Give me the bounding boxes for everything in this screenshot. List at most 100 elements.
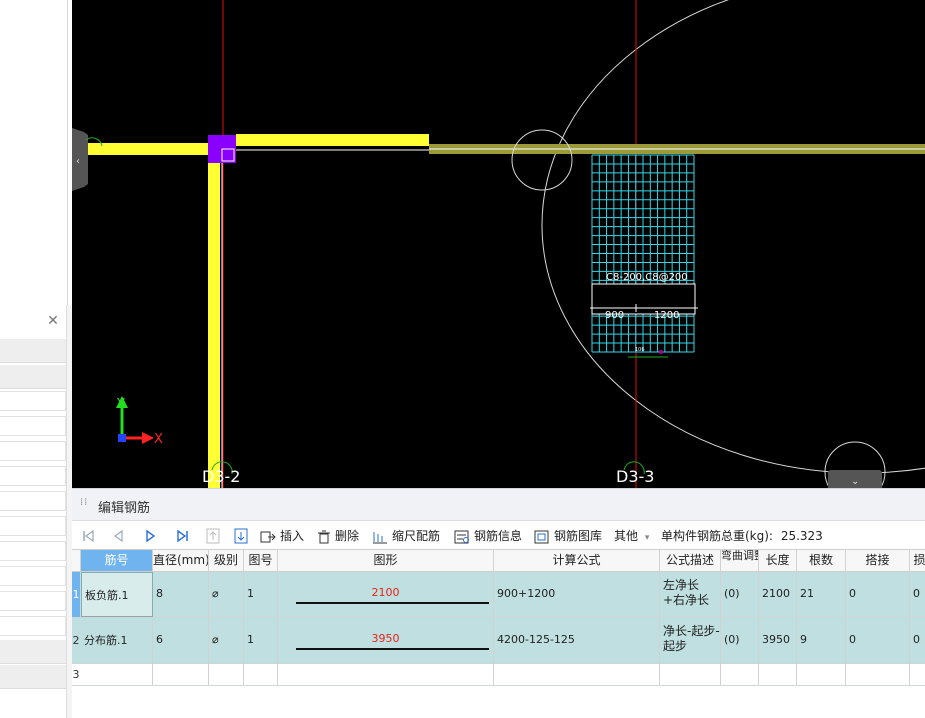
diameter-cell[interactable]: 6 <box>153 618 209 663</box>
formula-cell[interactable]: 4200-125-125 <box>494 618 660 663</box>
length-cell[interactable]: 2100 <box>759 572 797 617</box>
bend-adjust-cell[interactable]: (0) <box>721 572 759 617</box>
rebar-info-icon <box>454 530 469 543</box>
chevron-down-icon[interactable]: ⌄ <box>851 476 859 487</box>
next-record-icon[interactable] <box>142 527 158 545</box>
figure-number-cell[interactable]: 1 <box>244 618 278 663</box>
row-number[interactable]: 2 <box>72 618 80 663</box>
rebar-library-button[interactable]: 钢筋图库 <box>534 527 602 545</box>
collapse-tab-left[interactable] <box>72 128 88 191</box>
count-cell[interactable]: 9 <box>797 618 846 663</box>
header-figure-number[interactable]: 图号 <box>244 550 278 571</box>
close-icon[interactable]: ✕ <box>46 314 60 328</box>
beam-left[interactable] <box>88 143 208 155</box>
shape-cell[interactable] <box>278 664 494 685</box>
move-up-icon[interactable] <box>205 527 221 545</box>
app-window: ✕ ‹ ⌄ C8-200,C8@200 900 1200 106 D3-2 D3… <box>0 0 925 718</box>
header-length[interactable]: 长度 <box>759 550 797 571</box>
property-row[interactable] <box>0 591 66 611</box>
bend-adjust-cell[interactable]: (0) <box>721 618 759 663</box>
row-number[interactable]: 1 <box>72 572 80 617</box>
property-header-row <box>0 365 66 389</box>
grade-cell[interactable]: ⌀ <box>209 618 244 663</box>
bar-name-cell[interactable] <box>81 664 153 685</box>
move-down-icon[interactable] <box>233 527 249 545</box>
lap-cell[interactable]: 0 <box>846 572 910 617</box>
property-row[interactable] <box>0 441 66 461</box>
rebar-library-label: 钢筋图库 <box>554 529 603 543</box>
rebar-mesh[interactable] <box>591 154 695 353</box>
chevron-left-icon[interactable]: ‹ <box>76 156 80 167</box>
y-axis-label: Y <box>116 397 125 412</box>
loss-cell[interactable] <box>910 664 925 685</box>
dropdown-arrow-icon: ▾ <box>644 533 650 543</box>
header-lap[interactable]: 搭接 <box>846 550 910 571</box>
last-record-icon[interactable] <box>174 527 190 545</box>
formula-desc-cell[interactable] <box>660 664 721 685</box>
beam-top[interactable] <box>236 134 429 146</box>
grade-cell[interactable] <box>209 664 244 685</box>
diameter-cell[interactable]: 8 <box>153 572 209 617</box>
first-record-icon[interactable] <box>80 527 96 545</box>
property-row[interactable] <box>0 491 66 511</box>
table-row[interactable]: 1 板负筋.1 8 ⌀ 1 2100 900+1200 左净长+右净长 (0) … <box>72 572 925 618</box>
shape-length-value[interactable]: 3950 <box>278 632 493 645</box>
header-formula-desc[interactable]: 公式描述 <box>660 550 721 571</box>
property-row[interactable] <box>0 566 66 586</box>
header-loss[interactable]: 损 <box>910 550 925 571</box>
rebar-table: 筋号 直径(mm) 级别 图号 图形 计算公式 公式描述 弯曲调整 长度 根数 … <box>72 549 925 718</box>
header-shape[interactable]: 图形 <box>278 550 494 571</box>
formula-desc-cell[interactable]: 净长-起步-起步 <box>660 618 721 663</box>
shape-cell[interactable]: 2100 <box>278 572 494 617</box>
shape-cell[interactable]: 3950 <box>278 618 494 663</box>
property-row[interactable] <box>0 541 66 561</box>
property-row[interactable] <box>0 516 66 536</box>
property-row[interactable] <box>0 391 66 411</box>
grade-cell[interactable]: ⌀ <box>209 572 244 617</box>
lap-cell[interactable] <box>846 664 910 685</box>
row-number[interactable]: 3 <box>72 664 80 685</box>
panel-titlebar[interactable]: ⁞⁞ 编辑钢筋 <box>72 489 925 521</box>
loss-cell[interactable]: 0 <box>910 618 925 663</box>
figure-number-cell[interactable] <box>244 664 278 685</box>
length-cell[interactable] <box>759 664 797 685</box>
other-label: 其他 <box>614 529 639 543</box>
delete-button[interactable]: 删除 <box>317 527 359 545</box>
bend-adjust-cell[interactable] <box>721 664 759 685</box>
property-row[interactable] <box>0 616 66 636</box>
scale-config-button[interactable]: 缩尺配筋 <box>372 527 440 545</box>
bar-name-cell[interactable]: 板负筋.1 <box>81 572 153 617</box>
count-cell[interactable] <box>797 664 846 685</box>
formula-desc-cell[interactable]: 左净长+右净长 <box>660 572 721 617</box>
header-grade[interactable]: 级别 <box>209 550 244 571</box>
small-mark-label: 106 <box>635 347 645 353</box>
drag-grip-icon[interactable]: ⁞⁞ <box>80 498 88 512</box>
beam-vertical[interactable] <box>208 150 220 488</box>
rebar-info-button[interactable]: 钢筋信息 <box>454 527 522 545</box>
lap-cell[interactable]: 0 <box>846 618 910 663</box>
table-row[interactable]: 2 分布筋.1 6 ⌀ 1 3950 4200-125-125 净长-起步-起步… <box>72 618 925 664</box>
formula-cell[interactable] <box>494 664 660 685</box>
header-count[interactable]: 根数 <box>797 550 846 571</box>
length-cell[interactable]: 3950 <box>759 618 797 663</box>
diameter-cell[interactable] <box>153 664 209 685</box>
bar-name-cell[interactable]: 分布筋.1 <box>81 618 153 663</box>
insert-button[interactable]: 插入 <box>260 527 304 545</box>
count-cell[interactable]: 21 <box>797 572 846 617</box>
shape-bar-line <box>296 602 489 604</box>
loss-cell[interactable]: 0 <box>910 572 925 617</box>
formula-cell[interactable]: 900+1200 <box>494 572 660 617</box>
header-bar-number[interactable]: 筋号 <box>81 550 153 571</box>
previous-record-icon[interactable] <box>110 527 126 545</box>
shape-length-value[interactable]: 2100 <box>278 586 493 599</box>
header-diameter[interactable]: 直径(mm) <box>153 550 209 571</box>
header-bend-adjust[interactable]: 弯曲调整 <box>721 550 759 571</box>
drawing-canvas[interactable]: ‹ ⌄ C8-200,C8@200 900 1200 106 D3-2 D3-3… <box>72 0 925 488</box>
other-dropdown[interactable]: 其他 ▾ <box>614 527 649 545</box>
figure-number-cell[interactable]: 1 <box>244 572 278 617</box>
header-formula[interactable]: 计算公式 <box>494 550 660 571</box>
shape-bar-line <box>296 648 489 650</box>
property-row[interactable] <box>0 416 66 436</box>
table-row[interactable]: 3 <box>72 664 925 686</box>
property-row[interactable] <box>0 466 66 486</box>
